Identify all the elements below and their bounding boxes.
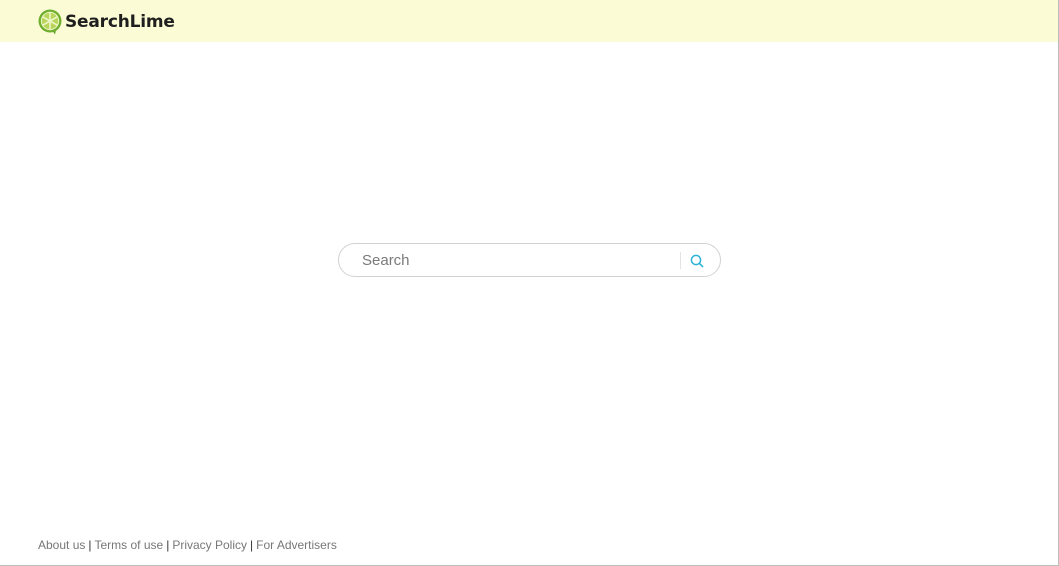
- page: SearchLime About us | Terms of use | Pri…: [0, 0, 1059, 566]
- search-icon: [690, 254, 704, 267]
- footer-separator: |: [166, 538, 170, 552]
- footer-links: About us | Terms of use | Privacy Policy…: [38, 537, 337, 553]
- brand-name: SearchLime: [65, 11, 175, 32]
- footer-link-terms-of-use[interactable]: Terms of use: [95, 538, 164, 552]
- search-divider: [680, 252, 681, 269]
- footer-link-for-advertisers[interactable]: For Advertisers: [256, 538, 337, 552]
- search-input[interactable]: [362, 244, 672, 276]
- search-box: [338, 243, 721, 277]
- lime-slice-icon: [38, 9, 62, 34]
- logo-link[interactable]: SearchLime: [38, 8, 175, 35]
- header-bar: SearchLime: [0, 0, 1058, 42]
- footer-link-about-us[interactable]: About us: [38, 538, 85, 552]
- footer-separator: |: [250, 538, 254, 552]
- footer-separator: |: [88, 538, 92, 552]
- search-button[interactable]: [683, 248, 711, 273]
- footer-link-privacy-policy[interactable]: Privacy Policy: [172, 538, 247, 552]
